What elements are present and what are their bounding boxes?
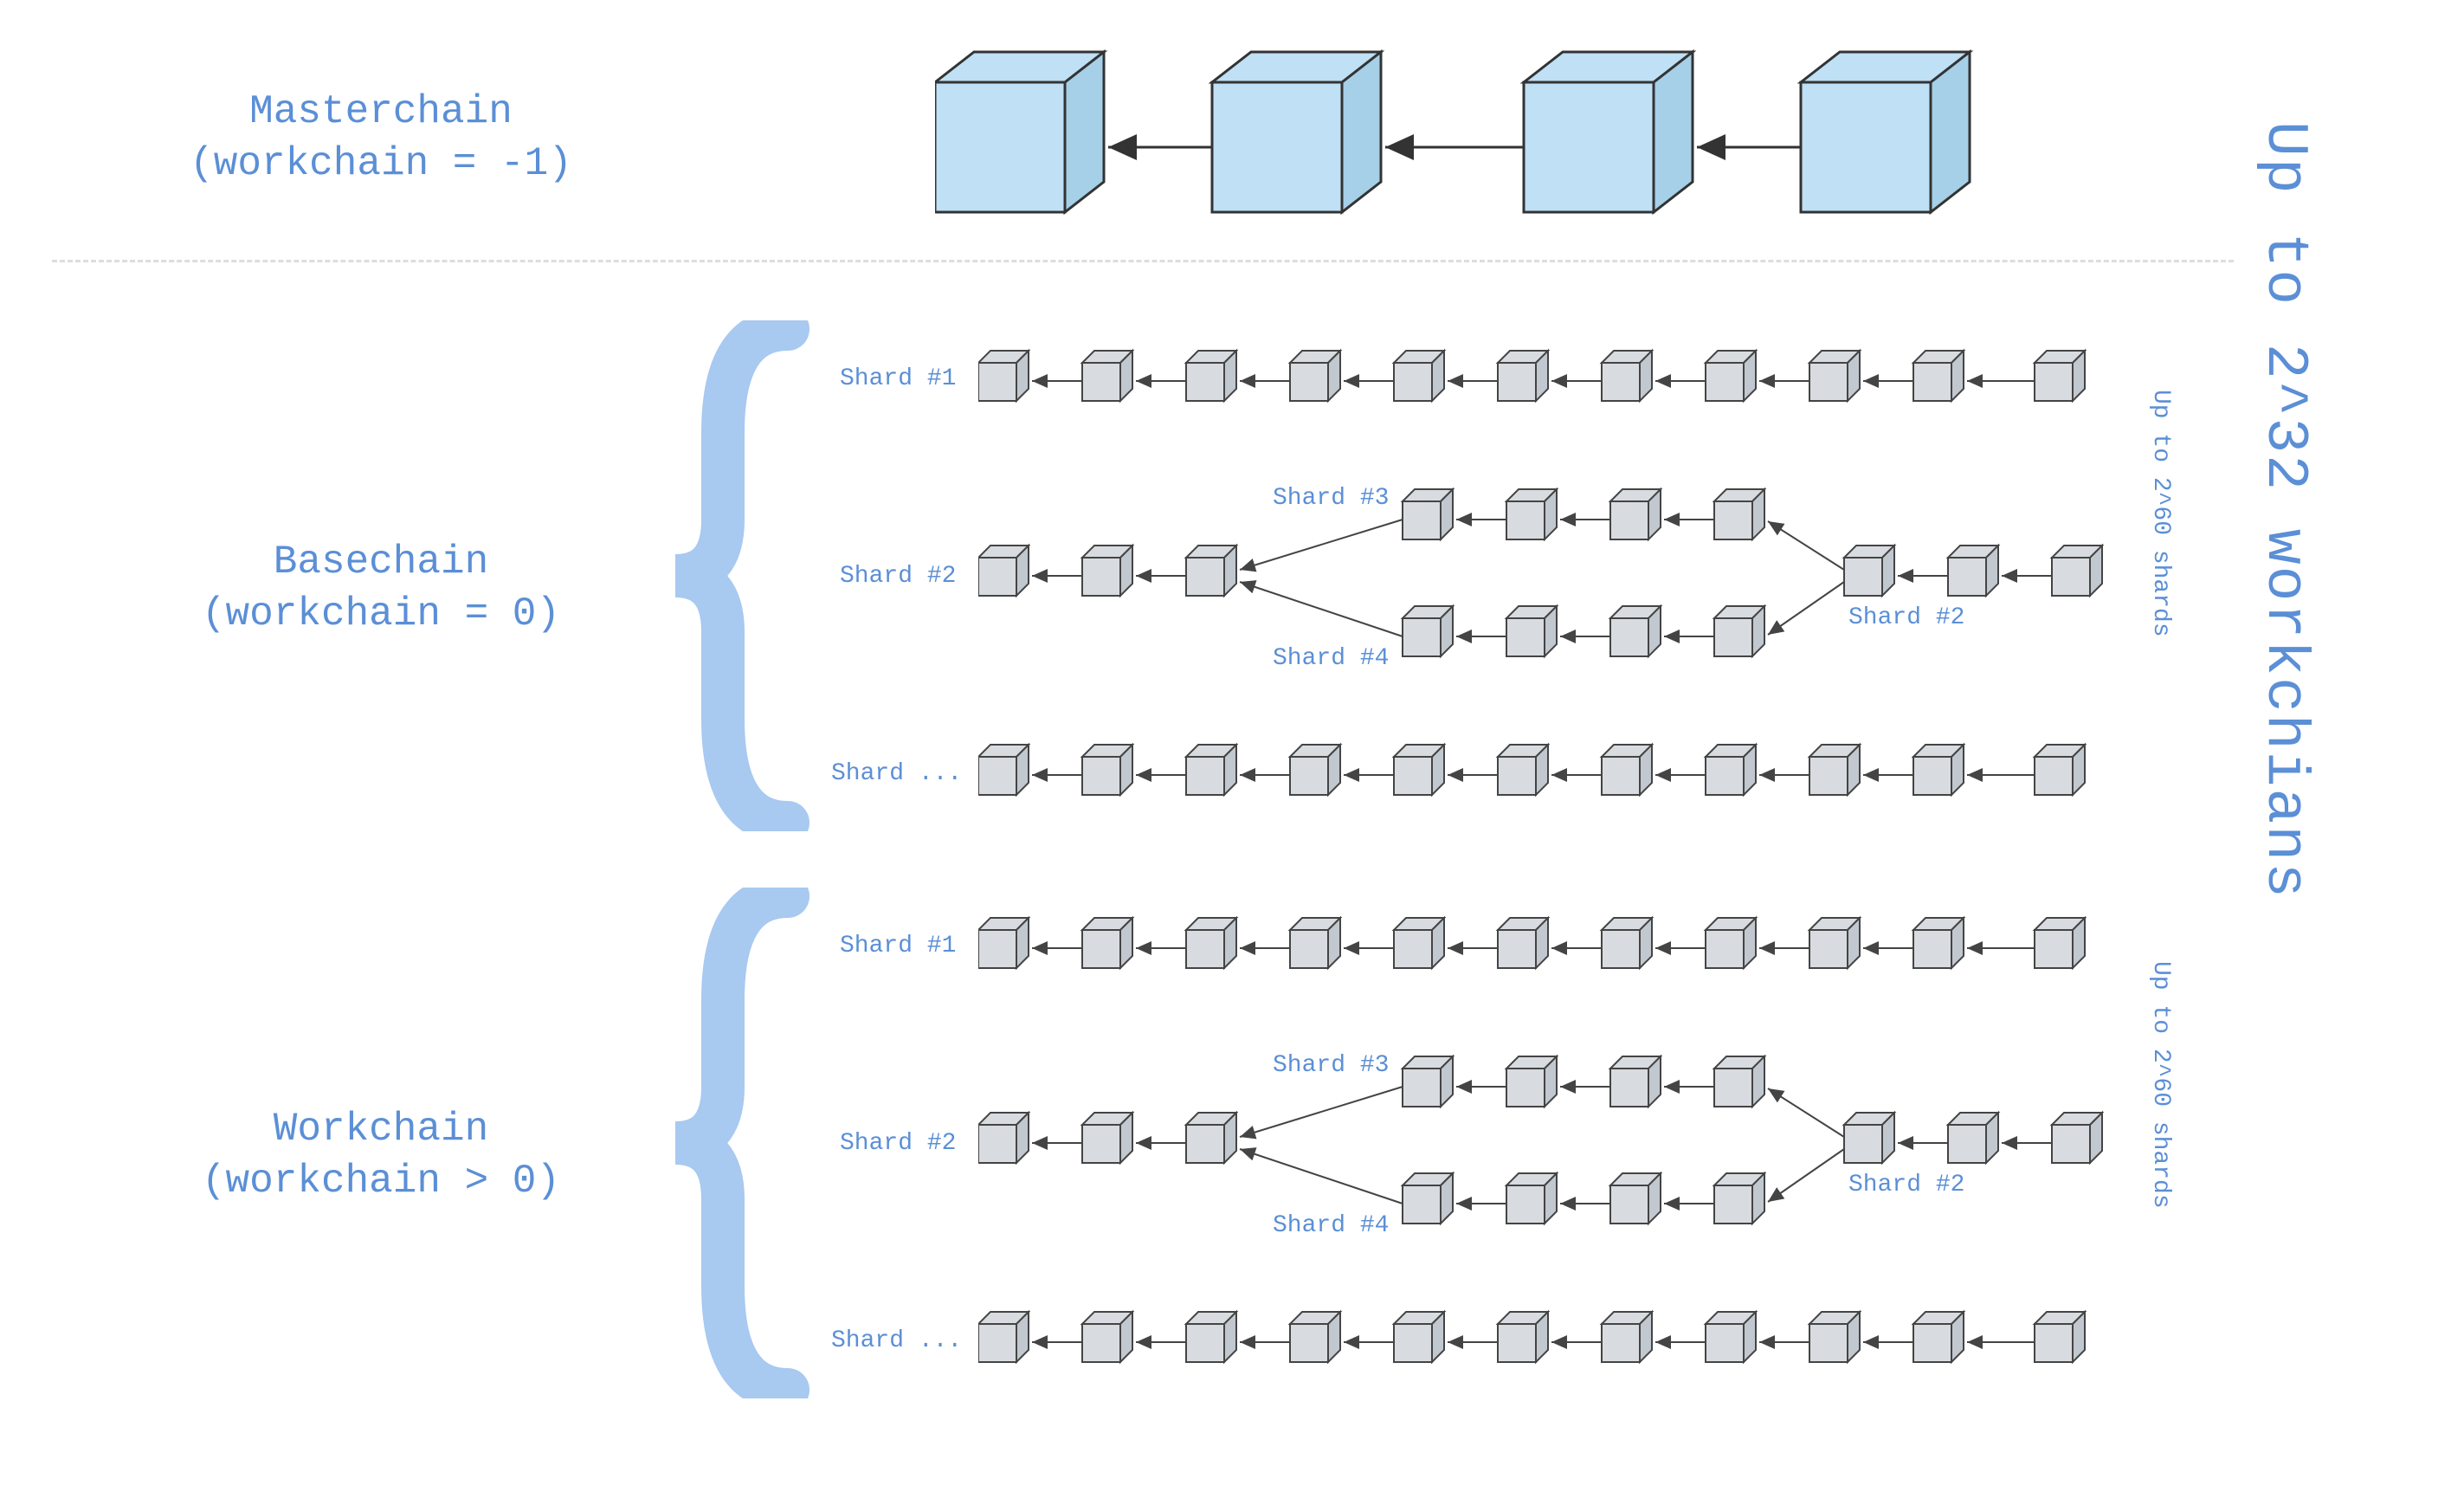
workchain-title-line1: Workchain — [121, 1104, 641, 1156]
workchain-shards-note: Up to 2^60 shards — [2147, 961, 2174, 1209]
workchain-shard2-label: Shard #2 — [840, 1130, 956, 1157]
basechain-shard-dots-label: Shard ... — [831, 760, 962, 787]
masterchain-cubes — [935, 35, 2061, 242]
masterchain-title-line2: (workchain = -1) — [121, 139, 641, 190]
workchain-title: Workchain (workchain > 0) — [121, 1104, 641, 1208]
workchain-shard2-chain — [978, 1035, 2112, 1243]
basechain-shard1-chain — [978, 346, 2112, 416]
basechain-shard1-label: Shard #1 — [840, 365, 956, 392]
basechain-title-line2: (workchain = 0) — [121, 589, 641, 641]
masterchain-title-line1: Masterchain — [121, 87, 641, 139]
workchain-shard-dots-chain — [978, 1308, 2112, 1377]
workchain-shard-dots-label: Shard ... — [831, 1327, 962, 1354]
workchain-title-line2: (workchain > 0) — [121, 1156, 641, 1208]
basechain-shard2-label: Shard #2 — [840, 563, 956, 590]
basechain-title-line1: Basechain — [121, 537, 641, 589]
basechain-shards-note: Up to 2^60 shards — [2147, 390, 2174, 637]
masterchain-title: Masterchain (workchain = -1) — [121, 87, 641, 190]
basechain-brace-icon — [667, 320, 814, 831]
basechain-shard-dots-chain — [978, 740, 2112, 810]
workchain-brace-icon — [667, 888, 814, 1398]
workchain-shard1-chain — [978, 914, 2112, 983]
basechain-title: Basechain (workchain = 0) — [121, 537, 641, 641]
workchain-shard1-label: Shard #1 — [840, 933, 956, 959]
separator-line — [52, 260, 2234, 262]
right-workchains-note: Up to 2^32 workchians — [2251, 121, 2318, 900]
basechain-shard2-chain — [978, 468, 2112, 675]
